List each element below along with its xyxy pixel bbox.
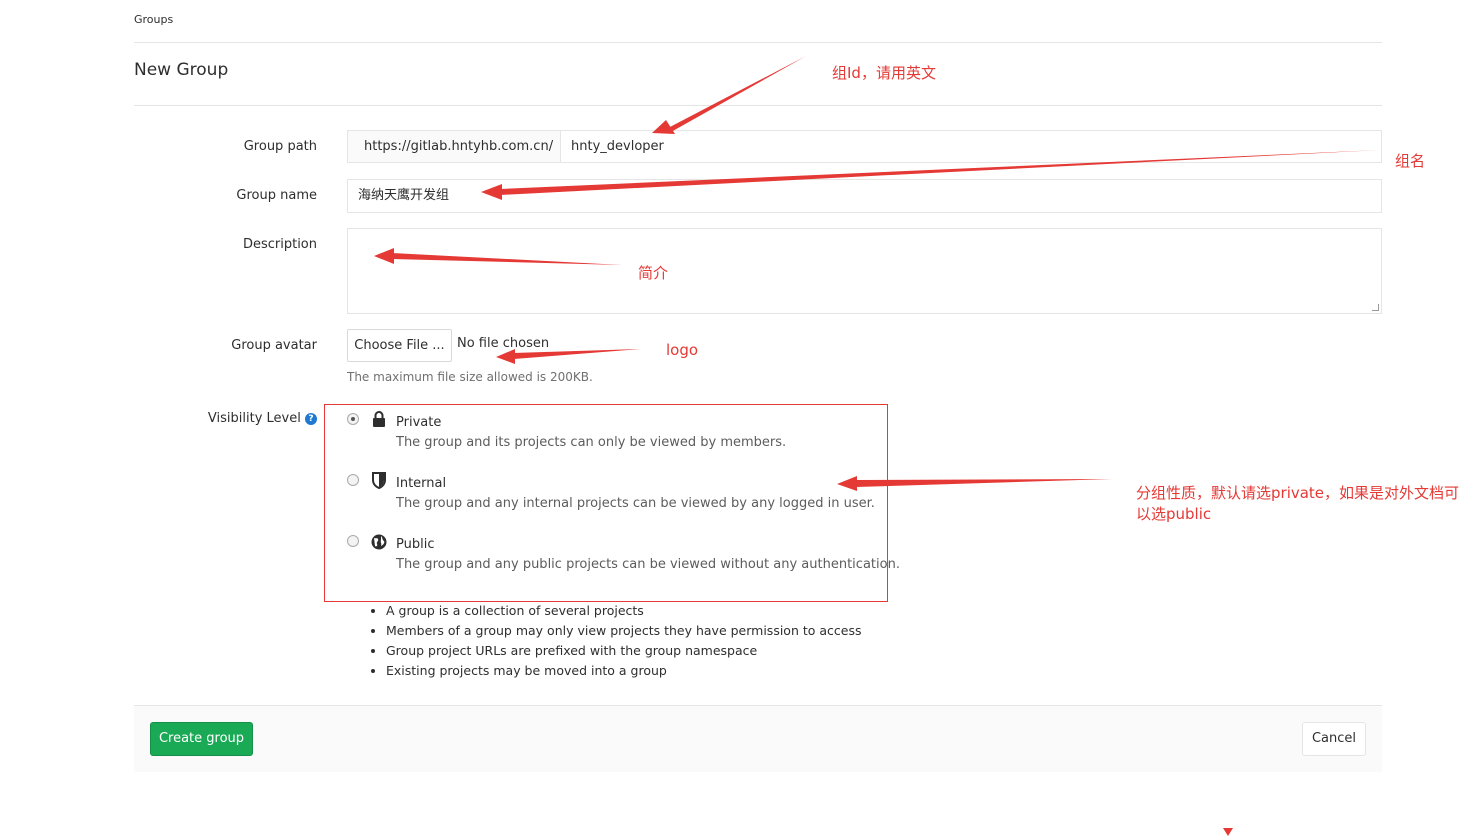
annotation-arrow-head xyxy=(837,476,857,491)
annotation-arrow xyxy=(513,349,641,359)
annotation-arrow xyxy=(856,479,1112,487)
annotation-arrow xyxy=(500,150,1380,195)
annotation-arrows xyxy=(374,56,1380,836)
annotation-arrow-head xyxy=(481,184,502,200)
annotation-arrow-head xyxy=(374,248,394,264)
annotation-arrow xyxy=(668,56,806,132)
annotation-arrow-head xyxy=(496,349,515,364)
annotation-arrow xyxy=(392,253,622,265)
annotation-marker xyxy=(1223,828,1233,836)
